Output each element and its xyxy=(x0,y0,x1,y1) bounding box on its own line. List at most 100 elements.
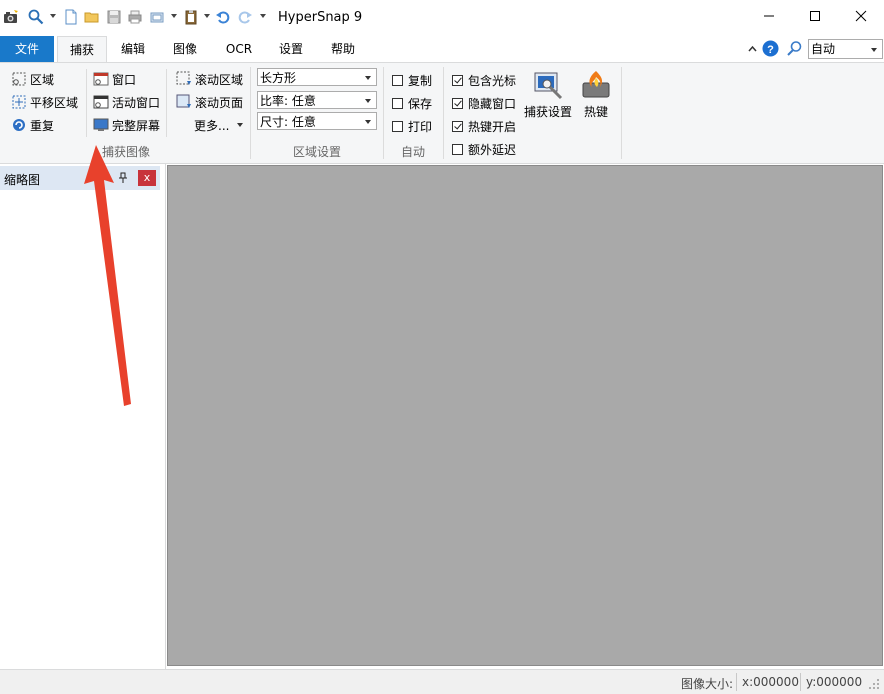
status-separator xyxy=(736,673,737,691)
capture-region-label: 区域 xyxy=(30,72,55,87)
capture-more-button[interactable]: 更多... xyxy=(194,116,244,134)
hotkeys-button[interactable]: 热键 xyxy=(578,69,614,120)
capture-window-label: 窗口 xyxy=(112,72,137,87)
tab-capture[interactable]: 捕获 xyxy=(57,36,107,63)
chevron-down-icon xyxy=(237,123,244,127)
open-folder-icon[interactable] xyxy=(84,9,100,25)
checkbox-icon xyxy=(452,143,463,155)
checkbox-icon xyxy=(392,74,403,86)
resize-grip-icon[interactable] xyxy=(868,678,880,690)
close-icon xyxy=(855,10,867,22)
capture-full-screen-button[interactable]: 完整屏幕 xyxy=(93,116,160,134)
maximize-button[interactable] xyxy=(792,0,838,32)
include-cursor-checkbox[interactable]: 包含光标 xyxy=(452,72,516,88)
capture-settings-button[interactable]: 捕获设置 xyxy=(522,69,574,120)
new-file-icon[interactable] xyxy=(63,9,79,25)
minimize-icon xyxy=(764,15,774,17)
customize-toolbar-icon[interactable] xyxy=(260,14,266,18)
zoom-dropdown-icon[interactable] xyxy=(50,14,56,18)
region-select-icon xyxy=(12,72,26,86)
tab-help[interactable]: 帮助 xyxy=(320,36,366,62)
search-icon[interactable] xyxy=(786,40,803,57)
auto-copy-checkbox[interactable]: 复制 xyxy=(392,72,432,88)
auto-print-checkbox[interactable]: 打印 xyxy=(392,118,432,134)
auto-copy-label: 复制 xyxy=(408,73,433,88)
save-icon[interactable] xyxy=(106,9,122,25)
region-size-select[interactable]: 尺寸: 任意 xyxy=(257,112,377,130)
tab-ocr[interactable]: OCR xyxy=(214,36,264,62)
thumbnail-pane-close-button[interactable]: x xyxy=(138,170,156,186)
capture-repeat-button[interactable]: 重复 xyxy=(11,116,54,134)
auto-save-checkbox[interactable]: 保存 xyxy=(392,95,432,111)
capture-window-button[interactable]: 窗口 xyxy=(93,70,136,88)
region-shape-value: 长方形 xyxy=(260,71,297,85)
zoom-select[interactable]: 自动 xyxy=(808,39,883,59)
capture-scroll-region-button[interactable]: 滚动区域 xyxy=(176,70,243,88)
checkbox-icon xyxy=(392,97,403,109)
redo-icon[interactable] xyxy=(237,9,253,25)
tab-edit[interactable]: 编辑 xyxy=(110,36,156,62)
auto-save-label: 保存 xyxy=(408,96,433,111)
camera-icon[interactable] xyxy=(3,9,19,25)
region-size-value: 尺寸: 任意 xyxy=(260,115,316,129)
checkbox-checked-icon xyxy=(452,74,463,86)
hotkey-enable-checkbox[interactable]: 热键开启 xyxy=(452,118,516,134)
hotkeys-label: 热键 xyxy=(583,105,608,119)
app-title: HyperSnap 9 xyxy=(278,10,363,25)
image-size-label: 图像大小: xyxy=(681,677,734,691)
group-label-auto: 自动 xyxy=(400,145,425,159)
capture-region-button[interactable]: 区域 xyxy=(11,70,54,88)
window-icon xyxy=(93,72,109,86)
zoom-icon[interactable] xyxy=(28,9,44,25)
tab-file[interactable]: 文件 xyxy=(0,36,54,62)
include-cursor-label: 包含光标 xyxy=(468,73,517,88)
capture-settings-label: 捕获设置 xyxy=(523,105,572,119)
active-window-icon xyxy=(93,95,109,109)
help-icon[interactable]: ? xyxy=(762,40,779,57)
image-workspace[interactable] xyxy=(167,165,883,666)
capture-active-window-button[interactable]: 活动窗口 xyxy=(93,93,160,111)
thumbnail-pane: 缩略图 x xyxy=(0,164,166,669)
scan-icon[interactable] xyxy=(149,9,165,25)
collapse-ribbon-icon[interactable] xyxy=(748,45,757,52)
thumbnail-pane-header: 缩略图 x xyxy=(0,166,160,190)
extra-delay-checkbox[interactable]: 额外延迟 xyxy=(452,141,516,157)
zoom-value: 自动 xyxy=(811,42,836,56)
paste-dropdown-icon[interactable] xyxy=(204,14,210,18)
region-ratio-select[interactable]: 比率: 任意 xyxy=(257,91,377,109)
tab-image[interactable]: 图像 xyxy=(162,36,208,62)
chevron-down-icon xyxy=(365,99,371,103)
capture-pan-region-button[interactable]: 平移区域 xyxy=(11,93,78,111)
capture-scroll-page-label: 滚动页面 xyxy=(195,95,244,110)
pin-icon[interactable] xyxy=(118,172,128,184)
tab-settings[interactable]: 设置 xyxy=(268,36,314,62)
region-ratio-value: 比率: 任意 xyxy=(260,94,316,108)
checkbox-checked-icon xyxy=(452,97,463,109)
hide-window-label: 隐藏窗口 xyxy=(468,96,517,111)
capture-pan-region-label: 平移区域 xyxy=(30,95,79,110)
full-screen-icon xyxy=(93,118,109,131)
region-shape-select[interactable]: 长方形 xyxy=(257,68,377,86)
print-icon[interactable] xyxy=(127,9,143,25)
cursor-x-readout: x:000000 xyxy=(742,675,799,689)
status-separator xyxy=(800,673,801,691)
hotkeys-flame-icon xyxy=(582,71,610,98)
auto-print-label: 打印 xyxy=(408,119,433,134)
hide-window-checkbox[interactable]: 隐藏窗口 xyxy=(452,95,516,111)
minimize-button[interactable] xyxy=(746,0,792,32)
ribbon-separator xyxy=(86,69,87,137)
chevron-down-icon xyxy=(871,48,877,52)
paste-icon[interactable] xyxy=(183,9,199,25)
capture-scroll-page-button[interactable]: 滚动页面 xyxy=(176,93,243,111)
hotkey-enable-label: 热键开启 xyxy=(468,119,517,134)
capture-settings-icon xyxy=(534,72,563,100)
undo-icon[interactable] xyxy=(215,9,231,25)
scan-dropdown-icon[interactable] xyxy=(171,14,177,18)
pan-region-icon xyxy=(12,95,26,109)
extra-delay-label: 额外延迟 xyxy=(468,142,517,157)
close-button[interactable] xyxy=(838,0,884,32)
capture-scroll-region-label: 滚动区域 xyxy=(195,72,244,87)
ribbon-separator xyxy=(166,69,167,137)
group-label-region-settings: 区域设置 xyxy=(292,145,341,159)
svg-text:?: ? xyxy=(767,44,774,56)
